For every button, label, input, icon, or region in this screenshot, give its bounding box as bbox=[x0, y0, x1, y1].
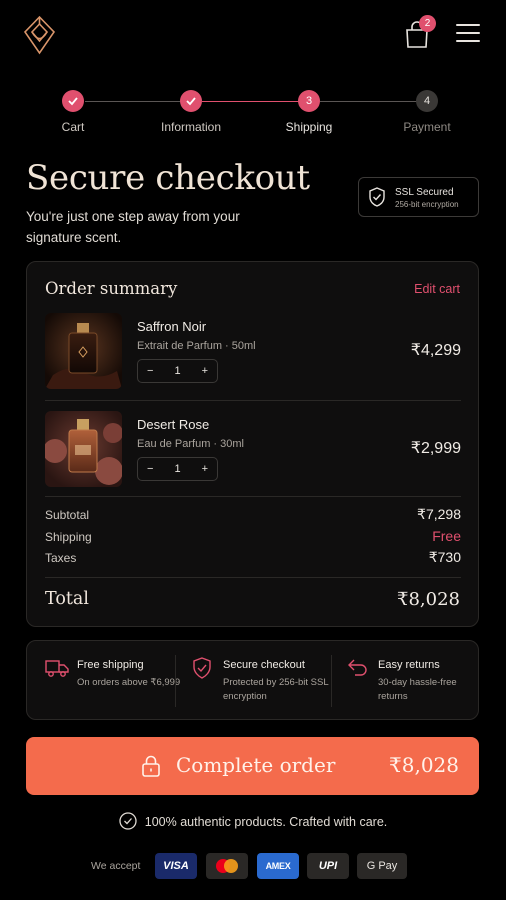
we-accept-label: We accept bbox=[91, 860, 141, 872]
page-title: Secure checkout bbox=[26, 158, 310, 198]
authenticity-text: 100% authentic products. Crafted with ca… bbox=[144, 815, 388, 829]
feature-title: Easy returns bbox=[378, 659, 440, 671]
feature-subtitle: Protected by 256-bit SSL encryption bbox=[223, 677, 329, 702]
step-number: 3 bbox=[298, 90, 320, 112]
divider bbox=[331, 655, 332, 707]
check-icon bbox=[180, 90, 202, 112]
complete-order-price: ₹8,028 bbox=[389, 753, 459, 777]
product-image bbox=[45, 411, 122, 487]
ssl-title: SSL Secured bbox=[395, 187, 454, 198]
cart-item: Desert Rose Eau de Parfum · 30ml − 1 + ₹… bbox=[45, 411, 461, 487]
edit-cart-link[interactable]: Edit cart bbox=[414, 282, 460, 296]
feature-subtitle: 30-day hassle-free returns bbox=[378, 677, 457, 702]
step-information[interactable]: Information bbox=[141, 90, 241, 134]
item-name: Desert Rose bbox=[137, 417, 210, 432]
divider bbox=[175, 655, 176, 707]
cart-item: Saffron Noir Extrait de Parfum · 50ml − … bbox=[45, 313, 461, 389]
brand-logo-icon[interactable] bbox=[21, 15, 58, 55]
step-label: Shipping bbox=[285, 120, 333, 134]
top-header: 2 bbox=[0, 0, 506, 70]
increase-qty-button[interactable]: + bbox=[202, 365, 208, 377]
divider bbox=[45, 496, 461, 497]
shield-check-icon bbox=[193, 657, 211, 679]
item-quantity: 1 bbox=[174, 365, 181, 377]
step-label: Information bbox=[160, 120, 222, 134]
ssl-badge: SSL Secured 256-bit encryption bbox=[358, 177, 479, 217]
check-icon bbox=[62, 90, 84, 112]
cart-count-badge: 2 bbox=[419, 15, 436, 32]
complete-order-button[interactable]: Complete order ₹8,028 bbox=[26, 737, 479, 795]
order-summary-card: Order summary Edit cart Saffron Noir Ext… bbox=[26, 261, 479, 627]
feature-free-shipping: Free shipping On orders above ₹6,999 bbox=[45, 657, 185, 707]
shipping-value: Free bbox=[432, 528, 461, 544]
taxes-value: ₹730 bbox=[428, 549, 461, 565]
visa-icon: VISA bbox=[155, 853, 197, 879]
decrease-qty-button[interactable]: − bbox=[147, 463, 153, 475]
product-image bbox=[45, 313, 122, 389]
step-label: Cart bbox=[61, 120, 85, 134]
step-label: Payment bbox=[403, 120, 451, 134]
google-pay-icon: G Pay bbox=[357, 853, 407, 879]
subtotal-label: Subtotal bbox=[45, 508, 90, 522]
feature-title: Free shipping bbox=[77, 659, 144, 671]
step-payment[interactable]: 4 Payment bbox=[377, 90, 477, 134]
total-label: Total bbox=[45, 589, 89, 609]
check-circle-icon bbox=[119, 812, 137, 830]
item-quantity: 1 bbox=[174, 463, 181, 475]
feature-title: Secure checkout bbox=[223, 659, 305, 671]
shipping-label: Shipping bbox=[45, 530, 92, 544]
truck-icon bbox=[45, 660, 69, 677]
item-price: ₹4,299 bbox=[410, 342, 461, 359]
divider bbox=[45, 577, 461, 578]
order-summary-title: Order summary bbox=[45, 279, 178, 298]
taxes-label: Taxes bbox=[45, 551, 77, 565]
checkout-stepper: Cart Information 3 Shipping 4 Payment bbox=[0, 90, 506, 140]
subtotal-row: Subtotal ₹7,298 bbox=[45, 506, 461, 526]
item-name: Saffron Noir bbox=[137, 319, 207, 334]
ssl-subtitle: 256-bit encryption bbox=[395, 200, 459, 209]
feature-secure-checkout: Secure checkout Protected by 256-bit SSL… bbox=[191, 657, 331, 707]
decrease-qty-button[interactable]: − bbox=[147, 365, 153, 377]
lock-icon bbox=[142, 755, 160, 777]
item-price: ₹2,999 bbox=[410, 440, 461, 457]
step-cart[interactable]: Cart bbox=[23, 90, 123, 134]
return-arrow-icon bbox=[348, 659, 367, 676]
complete-order-label: Complete order bbox=[176, 753, 336, 777]
authenticity-note: 100% authentic products. Crafted with ca… bbox=[0, 812, 506, 830]
shield-check-icon bbox=[369, 187, 385, 207]
quantity-stepper: − 1 + bbox=[137, 359, 218, 383]
item-description: Extrait de Parfum · 50ml bbox=[137, 340, 256, 352]
feature-subtitle: On orders above ₹6,999 bbox=[77, 677, 181, 688]
taxes-row: Taxes ₹730 bbox=[45, 549, 461, 569]
item-description: Eau de Parfum · 30ml bbox=[137, 438, 244, 450]
upi-icon: UPI bbox=[307, 853, 349, 879]
divider bbox=[45, 400, 461, 401]
total-value: ₹8,028 bbox=[397, 589, 460, 610]
hamburger-menu-icon[interactable] bbox=[456, 24, 480, 44]
step-number: 4 bbox=[416, 90, 438, 112]
amex-icon: AMEX bbox=[257, 853, 299, 879]
subtotal-value: ₹7,298 bbox=[417, 506, 461, 522]
page-subtitle: You're just one step away from your sign… bbox=[26, 209, 240, 245]
step-shipping[interactable]: 3 Shipping bbox=[259, 90, 359, 134]
mastercard-icon bbox=[206, 853, 248, 879]
shipping-row: Shipping Free bbox=[45, 528, 461, 548]
quantity-stepper: − 1 + bbox=[137, 457, 218, 481]
features-bar: Free shipping On orders above ₹6,999 Sec… bbox=[26, 640, 479, 720]
increase-qty-button[interactable]: + bbox=[202, 463, 208, 475]
feature-easy-returns: Easy returns 30-day hassle-free returns bbox=[346, 657, 486, 707]
